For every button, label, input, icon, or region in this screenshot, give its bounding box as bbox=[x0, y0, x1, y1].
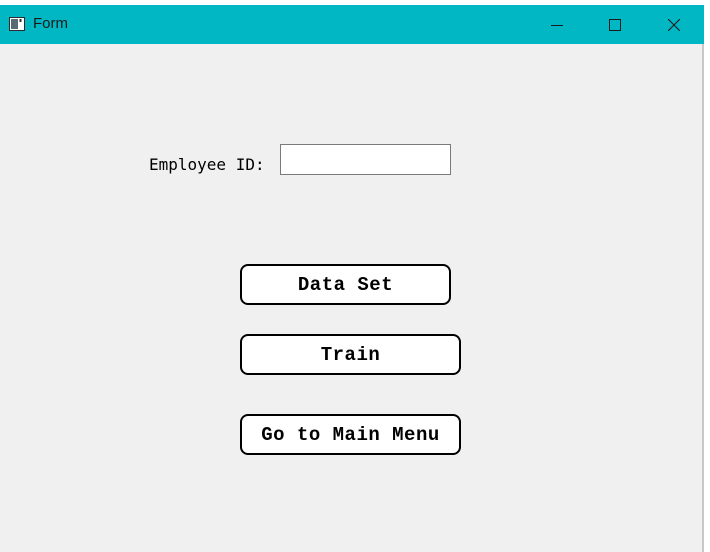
data-set-button[interactable]: Data Set bbox=[240, 264, 451, 305]
minimize-button[interactable] bbox=[528, 5, 586, 44]
minimize-icon bbox=[551, 24, 563, 26]
employee-id-input[interactable] bbox=[280, 144, 451, 175]
maximize-button[interactable] bbox=[586, 5, 644, 44]
window-title: Form bbox=[33, 15, 68, 32]
title-bar[interactable]: Form bbox=[0, 5, 704, 44]
maximize-icon bbox=[609, 18, 621, 31]
close-icon bbox=[668, 18, 680, 31]
train-button[interactable]: Train bbox=[240, 334, 461, 375]
employee-id-label: Employee ID: bbox=[149, 155, 265, 174]
close-button[interactable] bbox=[645, 5, 703, 44]
form-app-icon bbox=[9, 17, 25, 31]
main-menu-button[interactable]: Go to Main Menu bbox=[240, 414, 461, 455]
form-window: Form Employee ID: Data Set Train Go to M… bbox=[0, 5, 704, 552]
